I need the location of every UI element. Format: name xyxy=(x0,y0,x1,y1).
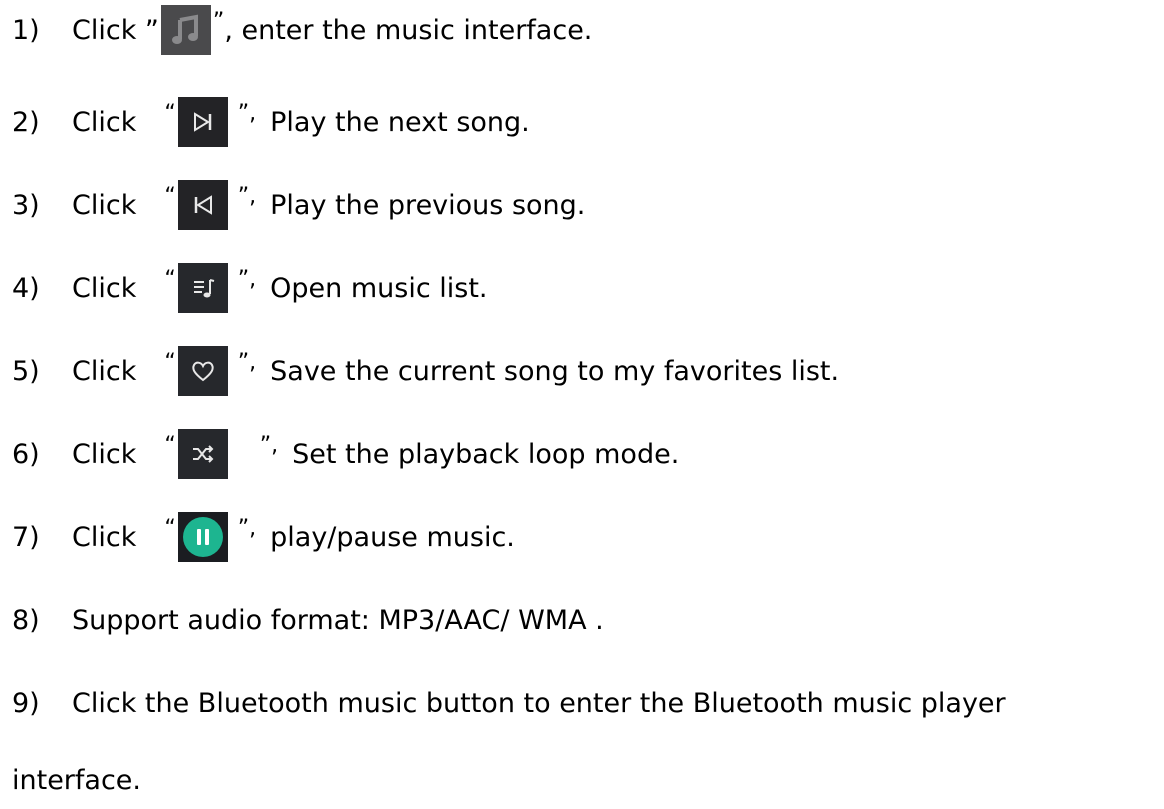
next-track-icon[interactable] xyxy=(177,97,228,147)
step-1: 1) Click ” ” , enter the music interface… xyxy=(0,5,592,55)
music-note-icon[interactable] xyxy=(160,5,211,55)
step-2: 2) Click “ ”, Play the next song. xyxy=(0,97,530,147)
step-number: 8) xyxy=(12,604,40,636)
step-number: 1) xyxy=(12,14,40,46)
open-quote: “ xyxy=(164,350,176,375)
step-4: 4) Click “ ”, Open music list. xyxy=(0,263,488,313)
step-3: 3) Click “ ”, Play the previous song. xyxy=(0,180,585,230)
step-text: play/pause music. xyxy=(270,521,515,553)
previous-track-icon[interactable] xyxy=(177,180,228,230)
click-label: Click xyxy=(72,521,137,553)
heart-icon[interactable] xyxy=(177,346,228,396)
click-label: Click xyxy=(72,189,137,221)
click-label: Click xyxy=(72,272,137,304)
step-7: 7) Click “ ”, play/pause music. xyxy=(0,512,515,562)
step-8: 8) Support audio format: MP3/AAC/ WMA . xyxy=(0,595,604,645)
step-number: 3) xyxy=(12,189,40,221)
step-number: 6) xyxy=(12,438,40,470)
step-9-continuation: interface. xyxy=(0,755,141,805)
step-text: Click the Bluetooth music button to ente… xyxy=(72,687,1006,719)
instruction-page: 1) Click ” ” , enter the music interface… xyxy=(0,0,1164,809)
playlist-icon[interactable] xyxy=(177,263,228,313)
step-number: 4) xyxy=(12,272,40,304)
close-quote: ”, xyxy=(237,101,257,126)
close-quote: ”, xyxy=(237,350,257,375)
step-number: 5) xyxy=(12,355,40,387)
step-text: Set the playback loop mode. xyxy=(292,438,680,470)
click-label: Click xyxy=(72,355,137,387)
step-number: 2) xyxy=(12,106,40,138)
shuffle-icon[interactable] xyxy=(177,429,228,479)
close-quote: ” xyxy=(212,9,225,34)
step-number: 7) xyxy=(12,521,40,553)
open-quote: “ xyxy=(164,267,176,292)
step-text: , enter the music interface. xyxy=(224,14,593,46)
close-quote: ”, xyxy=(237,516,257,541)
step-text: Play the next song. xyxy=(270,106,530,138)
click-label: Click xyxy=(72,438,137,470)
step-text: Open music list. xyxy=(270,272,488,304)
close-quote: ”, xyxy=(237,184,257,209)
step-number: 9) xyxy=(12,687,40,719)
step-5: 5) Click “ ”, Save the current song to m… xyxy=(0,346,839,396)
open-quote: “ xyxy=(164,433,176,458)
step-text-continued: interface. xyxy=(12,764,142,796)
click-label: Click xyxy=(72,106,137,138)
click-label: Click ” xyxy=(72,14,159,46)
step-text: Save the current song to my favorites li… xyxy=(270,355,840,387)
pause-circle-icon[interactable] xyxy=(177,512,228,562)
step-9: 9) Click the Bluetooth music button to e… xyxy=(0,678,1006,728)
open-quote: “ xyxy=(164,184,176,209)
close-quote: ”, xyxy=(259,433,279,458)
step-6: 6) Click “ ”, Set the playback loop mode… xyxy=(0,429,679,479)
open-quote: “ xyxy=(164,101,176,126)
open-quote: “ xyxy=(164,516,176,541)
step-text: Support audio format: MP3/AAC/ WMA . xyxy=(72,604,604,636)
step-text: Play the previous song. xyxy=(270,189,586,221)
close-quote: ”, xyxy=(237,267,257,292)
